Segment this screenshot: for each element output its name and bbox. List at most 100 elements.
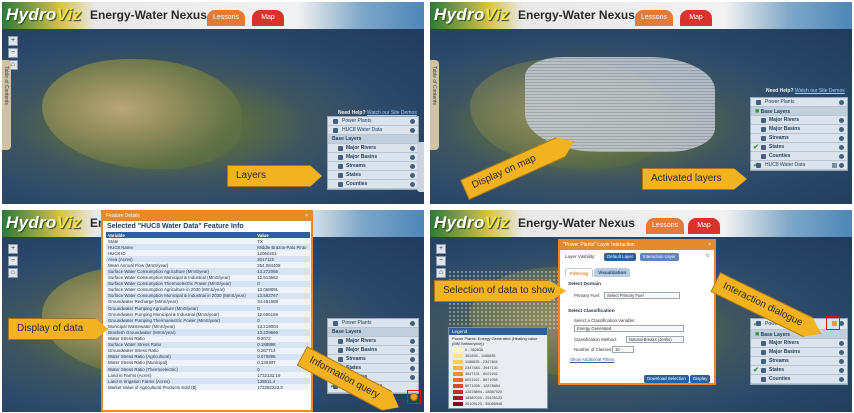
hydroviz-logo[interactable]: HydroViz xyxy=(434,213,509,233)
layer-major-basins[interactable]: Major Basins xyxy=(328,153,418,162)
layer-states[interactable]: States xyxy=(328,171,418,180)
legend-swatch xyxy=(453,378,463,382)
info-icon[interactable] xyxy=(410,339,415,344)
info-icon[interactable] xyxy=(410,164,415,169)
layer-power-plants[interactable]: Power Plants xyxy=(328,319,418,328)
base-layers-header[interactable]: Base Layers xyxy=(328,135,418,144)
hydroviz-logo[interactable]: HydroViz xyxy=(6,213,81,233)
base-layers-header[interactable]: ■ Base Layers xyxy=(751,107,847,116)
info-icon[interactable] xyxy=(410,375,415,380)
layer-streams[interactable]: Streams xyxy=(751,357,847,366)
info-icon[interactable] xyxy=(410,182,415,187)
legend-label: 0 - 362835 xyxy=(465,348,484,352)
legend-header[interactable]: Legend xyxy=(449,328,547,335)
close-icon[interactable]: × xyxy=(708,241,711,250)
power-plant-icon xyxy=(333,119,338,124)
tab-map[interactable]: Map xyxy=(252,10,284,26)
legend-swatch xyxy=(453,348,463,352)
info-icon[interactable] xyxy=(410,155,415,160)
feature-details-titlebar[interactable]: Feature Details × xyxy=(103,212,311,221)
info-icon[interactable] xyxy=(839,350,844,355)
layers-side-tab[interactable] xyxy=(417,142,424,192)
info-icon[interactable] xyxy=(839,118,844,123)
layer-counties[interactable]: Counties xyxy=(751,152,847,161)
info-icon[interactable] xyxy=(839,341,844,346)
classification-variable-select[interactable]: Energy Generated xyxy=(574,325,684,332)
display-button[interactable]: Display xyxy=(690,375,711,383)
layer-streams[interactable]: Streams xyxy=(328,162,418,171)
zoom-out-button[interactable]: − xyxy=(436,256,446,266)
layer-power-plants[interactable]: Power Plants xyxy=(328,117,418,126)
dialog-titlebar[interactable]: "Power Plants" Layer Interaction × xyxy=(560,241,714,250)
refresh-icon[interactable]: ↻ xyxy=(706,253,710,259)
layer-streams[interactable]: Streams xyxy=(328,355,418,364)
close-icon[interactable]: × xyxy=(305,212,308,221)
layer-major-rivers[interactable]: Major Rivers xyxy=(328,337,418,346)
hydroviz-logo[interactable]: HydroViz xyxy=(6,5,81,25)
table-of-contents-tab[interactable]: Table of Contents xyxy=(2,60,11,150)
layer-major-basins[interactable]: Major Basins xyxy=(751,125,847,134)
info-icon[interactable] xyxy=(410,173,415,178)
info-icon[interactable] xyxy=(410,119,415,124)
layer-major-rivers[interactable]: Major Rivers xyxy=(751,339,847,348)
table-cell-value: Middle Brazos-Palo Pinto xyxy=(255,244,310,251)
zoom-in-button[interactable]: + xyxy=(8,36,18,46)
tab-lessons[interactable]: Lessons xyxy=(646,218,684,234)
callout-layers: Layers xyxy=(227,165,322,187)
tab-lessons[interactable]: Lessons xyxy=(207,10,245,26)
callout-selection-of-data: Selection of data to show xyxy=(434,280,566,302)
site-demos-link[interactable]: Watch our Site Demos xyxy=(795,88,845,94)
zoom-out-button[interactable]: − xyxy=(8,256,18,266)
info-icon[interactable] xyxy=(839,145,844,150)
callout-activated-layers: Activated layers xyxy=(642,168,747,190)
home-icon[interactable]: ⌂ xyxy=(8,268,18,278)
tab-map[interactable]: Map xyxy=(688,218,720,234)
tab-lessons[interactable]: Lessons xyxy=(635,10,673,26)
layer-states[interactable]: ✔ States xyxy=(751,143,847,152)
layer-major-rivers[interactable]: Major Rivers xyxy=(751,116,847,125)
zoom-in-button[interactable]: + xyxy=(8,244,18,254)
info-icon[interactable] xyxy=(839,154,844,159)
layer-major-rivers[interactable]: Major Rivers xyxy=(328,144,418,153)
number-of-classes-select[interactable]: 10 xyxy=(612,346,634,353)
classification-method-select[interactable]: Natural Breaks (Jenks) xyxy=(626,336,684,343)
info-icon[interactable] xyxy=(410,321,415,326)
hydroviz-logo[interactable]: HydroViz xyxy=(434,5,509,25)
info-icon[interactable] xyxy=(410,366,415,371)
layer-counties[interactable]: Counties xyxy=(328,180,418,189)
info-icon[interactable] xyxy=(839,127,844,132)
legend-title: Power Plants: Energy Generated (Heating … xyxy=(452,336,538,346)
layer-huc8[interactable]: HUC8 Water Data xyxy=(328,126,418,135)
layer-major-basins[interactable]: Major Basins xyxy=(751,348,847,357)
primary-fuel-select[interactable]: Select Primary Fuel xyxy=(604,292,680,299)
layer-major-basins[interactable]: Major Basins xyxy=(328,346,418,355)
layer-streams[interactable]: Streams xyxy=(751,134,847,143)
table-of-contents-tab[interactable]: Table of Contents xyxy=(430,60,439,150)
show-additional-filters-link[interactable]: Show Additional Filters xyxy=(570,357,614,362)
zoom-out-button[interactable]: − xyxy=(8,48,18,58)
info-icon[interactable] xyxy=(839,100,844,105)
tab-visualization[interactable]: Visualization xyxy=(594,268,631,277)
interaction-layer-button[interactable]: Interaction Layer xyxy=(640,253,679,261)
home-icon[interactable]: ⌂ xyxy=(436,268,446,278)
tab-filtering[interactable]: Filtering xyxy=(565,268,594,277)
default-layer-button[interactable]: Default Layer xyxy=(604,253,637,261)
info-icon[interactable] xyxy=(839,136,844,141)
zoom-in-button[interactable]: + xyxy=(436,244,446,254)
info-icon[interactable] xyxy=(839,163,844,168)
layer-states[interactable]: ✔ States xyxy=(751,366,847,375)
info-icon[interactable] xyxy=(410,348,415,353)
download-selection-button[interactable]: Download Selection xyxy=(644,375,689,383)
info-icon[interactable] xyxy=(839,368,844,373)
info-icon[interactable] xyxy=(410,357,415,362)
info-icon[interactable] xyxy=(410,146,415,151)
info-icon[interactable] xyxy=(839,359,844,364)
settings-icon[interactable] xyxy=(832,163,837,168)
layer-counties[interactable]: Counties xyxy=(751,375,847,384)
info-icon[interactable] xyxy=(410,128,415,133)
layer-power-plants[interactable]: Power Plants xyxy=(751,98,847,107)
base-layers-header[interactable]: Base Layers xyxy=(328,328,418,337)
info-icon[interactable] xyxy=(839,377,844,382)
tab-map[interactable]: Map xyxy=(680,10,712,26)
layer-huc8[interactable]: ✔HUC8 Water Data xyxy=(751,161,847,170)
